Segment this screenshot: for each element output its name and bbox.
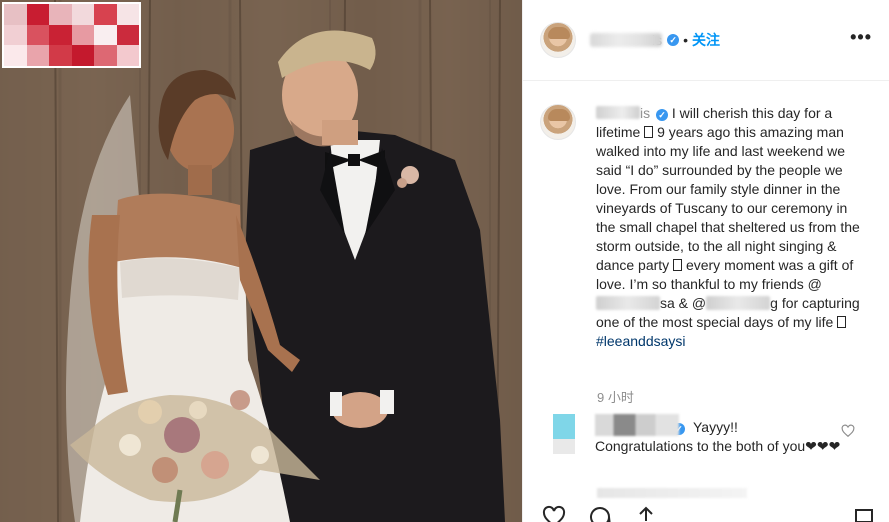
redacted-text <box>597 488 747 498</box>
action-bar <box>541 505 659 522</box>
caption-author-avatar[interactable] <box>540 104 576 140</box>
commenter-username-redacted[interactable] <box>595 414 679 436</box>
caption-part-2: 9 years ago this amazing man walked into… <box>596 124 860 273</box>
caption-text: is ✓ I will cherish this day for a lifet… <box>596 104 864 351</box>
censored-watermark <box>2 2 141 68</box>
mention-1-redacted[interactable] <box>596 296 660 310</box>
comment: ✓Yayyy!! Congratulations to the both of … <box>553 414 883 456</box>
author-avatar[interactable] <box>540 22 576 58</box>
header-separator: • <box>683 32 689 48</box>
mention-1-suffix[interactable]: sa <box>660 295 675 311</box>
heart-icon[interactable] <box>841 424 855 438</box>
emoji-placeholder-icon <box>644 126 654 138</box>
follow-button[interactable]: 关注 <box>692 30 720 50</box>
emoji-placeholder-icon <box>837 316 847 328</box>
caption-username-redacted[interactable] <box>596 106 640 119</box>
heart-icon[interactable] <box>541 505 567 522</box>
wedding-photo-illustration <box>0 0 522 522</box>
more-options-icon[interactable]: ••• <box>850 27 872 48</box>
post-photo[interactable] <box>0 0 522 522</box>
mention-2-suffix[interactable]: g <box>770 295 778 311</box>
share-icon[interactable] <box>633 505 659 522</box>
caption-part-4: & @ <box>674 295 707 311</box>
post-timestamp[interactable]: 9 小时 <box>597 387 634 406</box>
comment-line-2: Congratulations to the both of you❤❤❤ <box>595 438 841 454</box>
post-header: is ✓ • 关注 ••• <box>523 0 889 81</box>
comment-line-1: Yayyy!! <box>693 419 738 435</box>
caption: is ✓ I will cherish this day for a lifet… <box>540 104 880 351</box>
comment-text: ✓Yayyy!! Congratulations to the both of … <box>595 414 855 456</box>
emoji-placeholder-icon <box>673 259 683 271</box>
bookmark-icon[interactable] <box>853 508 875 522</box>
post-details-panel: is ✓ • 关注 ••• is ✓ I will cherish this d… <box>522 0 889 522</box>
verified-badge-icon: ✓ <box>656 109 669 121</box>
comment-icon[interactable] <box>587 505 613 522</box>
commenter-avatar[interactable] <box>553 414 575 454</box>
verified-badge-icon: ✓ <box>667 34 680 46</box>
mention-2-redacted[interactable] <box>706 296 771 310</box>
author-username-redacted[interactable] <box>590 33 662 47</box>
caption-username-suffix[interactable]: is <box>640 105 650 121</box>
hashtag-link[interactable]: #leeanddsaysi <box>596 333 686 349</box>
